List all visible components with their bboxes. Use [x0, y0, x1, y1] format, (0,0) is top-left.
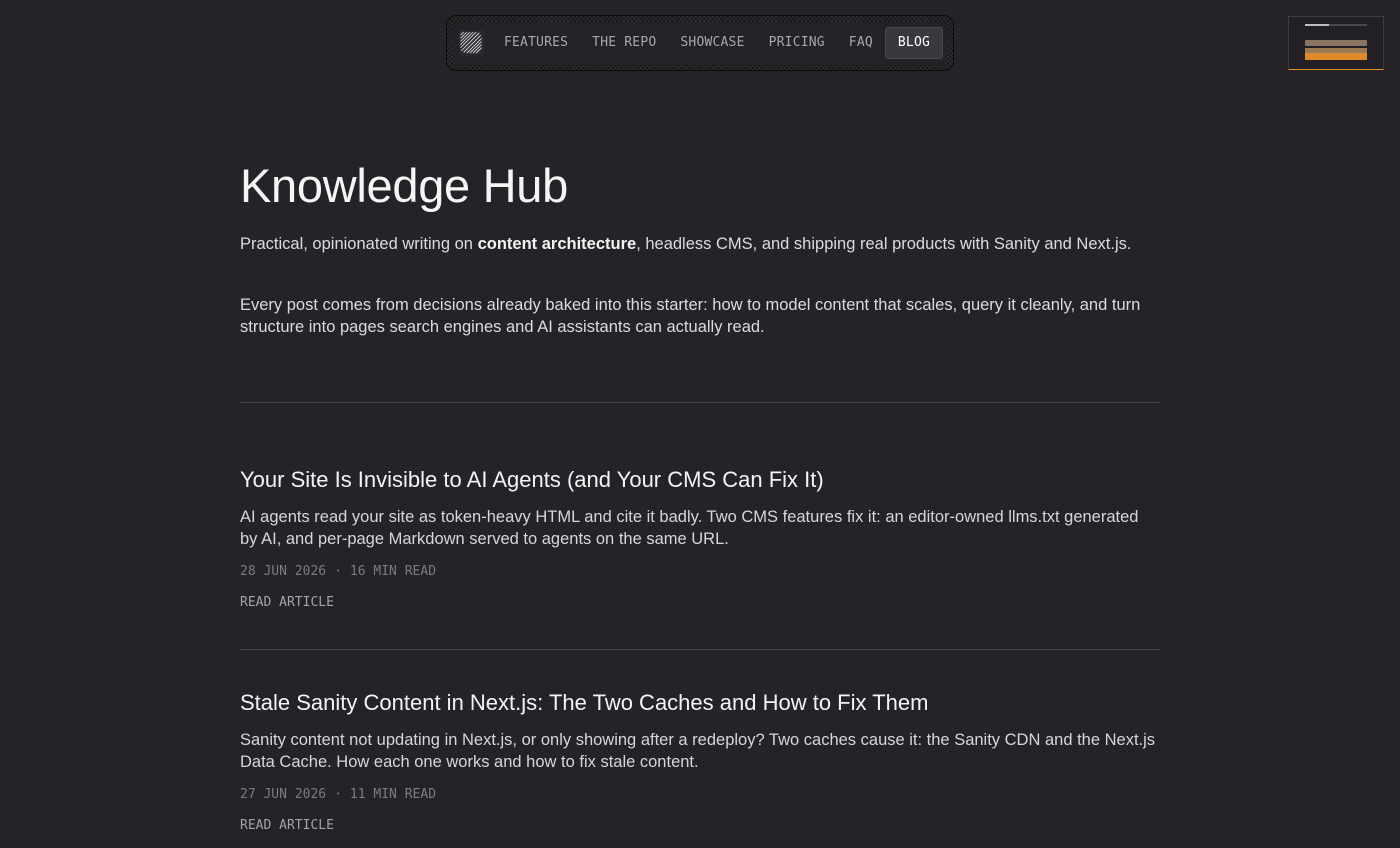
main-nav: FEATURES THE REPO SHOWCASE PRICING FAQ B… [446, 15, 954, 71]
minimap-bar [1305, 24, 1329, 26]
post-title[interactable]: Your Site Is Invisible to AI Agents (and… [240, 467, 824, 493]
post-date: 27 JUN 2026 [240, 787, 327, 802]
minimap-bar [1305, 40, 1367, 46]
intro-paragraph-2: Every post comes from decisions already … [240, 296, 1141, 336]
post-date: 28 JUN 2026 [240, 564, 327, 579]
post-meta: 28 JUN 2026 · 16 MIN READ [240, 564, 436, 579]
nav-link-the-repo[interactable]: THE REPO [580, 27, 668, 59]
page-minimap[interactable] [1288, 16, 1384, 70]
minimap-bar [1305, 53, 1367, 60]
nav-bar: FEATURES THE REPO SHOWCASE PRICING FAQ B… [453, 22, 947, 64]
nav-link-features[interactable]: FEATURES [492, 27, 580, 59]
post-title[interactable]: Stale Sanity Content in Next.js: The Two… [240, 690, 928, 716]
page-title: Knowledge Hub [240, 159, 568, 212]
meta-separator: · [334, 564, 342, 579]
post-meta: 27 JUN 2026 · 11 MIN READ [240, 787, 436, 802]
post-read-time: 11 MIN READ [349, 787, 437, 802]
post-divider [240, 649, 1160, 650]
diagonal-lines-logo-icon[interactable] [459, 27, 484, 59]
intro-highlight: content architecture [477, 235, 637, 253]
read-article-link[interactable]: READ ARTICLE [240, 818, 334, 833]
read-article-link[interactable]: READ ARTICLE [240, 595, 334, 610]
nav-link-faq[interactable]: FAQ [837, 27, 885, 59]
nav-link-blog[interactable]: BLOG [884, 27, 943, 59]
post-excerpt: AI agents read your site as token-heavy … [240, 508, 1139, 548]
nav-link-showcase[interactable]: SHOWCASE [668, 27, 756, 59]
meta-separator: · [334, 787, 342, 802]
post-excerpt: Sanity content not updating in Next.js, … [240, 731, 1156, 771]
intro-paragraph-1: Practical, opinionated writing on conten… [240, 233, 1160, 255]
post-read-time: 16 MIN READ [349, 564, 437, 579]
nav-link-pricing[interactable]: PRICING [757, 27, 837, 59]
section-divider [240, 402, 1160, 403]
intro-text: Practical, opinionated writing on [240, 235, 478, 253]
intro-text: , headless CMS, and shipping real produc… [636, 235, 1132, 253]
